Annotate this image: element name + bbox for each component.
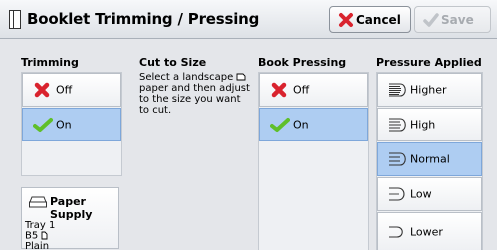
pressure-high-icon bbox=[389, 117, 406, 132]
book-pressing-heading: Book Pressing bbox=[258, 56, 347, 69]
trimming-off-label: Off bbox=[56, 83, 73, 97]
instruction-line-4: to cut. bbox=[139, 105, 172, 116]
pressure-higher-label: Higher bbox=[410, 83, 447, 97]
green-check-icon bbox=[270, 117, 290, 132]
trimming-on-label: On bbox=[56, 118, 72, 131]
book-pressing-panel: Off On bbox=[258, 72, 369, 250]
tray-value: Tray 1 bbox=[25, 220, 56, 231]
pressure-lower-icon bbox=[389, 226, 403, 238]
cut-to-size-instructions: Select a landscape paper and then adjust… bbox=[139, 72, 259, 116]
pressure-low-button[interactable]: Low bbox=[377, 177, 482, 211]
cancel-label: Cancel bbox=[356, 13, 401, 27]
instruction-line-2: paper and then adjust bbox=[139, 83, 250, 94]
save-button[interactable]: Save bbox=[414, 6, 491, 33]
paper-size-value: B5 bbox=[25, 230, 39, 242]
pressure-panel: Higher High Normal Low Lower bbox=[376, 72, 483, 250]
instruction-line-3: to the size you want bbox=[139, 94, 241, 105]
pressure-lower-label: Lower bbox=[410, 225, 443, 239]
landscape-paper-icon bbox=[237, 73, 246, 81]
pressure-normal-button[interactable]: Normal bbox=[377, 142, 482, 176]
pressure-lower-button[interactable]: Lower bbox=[377, 212, 482, 250]
paper-type-value: Plain bbox=[25, 240, 50, 250]
red-x-icon bbox=[339, 13, 353, 27]
book-pressing-off-label: Off bbox=[293, 83, 310, 97]
page-title: Booklet Trimming / Pressing bbox=[27, 10, 260, 28]
trimming-heading: Trimming bbox=[21, 56, 79, 69]
booklet-icon bbox=[9, 10, 21, 29]
pressure-low-icon bbox=[389, 187, 405, 201]
check-icon bbox=[423, 13, 439, 27]
pressure-high-label: High bbox=[410, 118, 436, 131]
instruction-line-1: Select a landscape bbox=[139, 72, 234, 83]
pressure-high-button[interactable]: High bbox=[377, 108, 482, 141]
cancel-button[interactable]: Cancel bbox=[329, 6, 411, 33]
book-pressing-on-label: On bbox=[293, 118, 309, 131]
pressure-normal-icon bbox=[389, 152, 406, 166]
pressure-higher-icon bbox=[389, 83, 406, 97]
red-x-icon bbox=[271, 82, 287, 98]
book-pressing-off-button[interactable]: Off bbox=[259, 73, 368, 107]
paper-tray-icon bbox=[29, 196, 47, 208]
pressure-applied-heading: Pressure Applied bbox=[376, 56, 482, 69]
save-label: Save bbox=[441, 13, 474, 27]
trimming-off-button[interactable]: Off bbox=[22, 73, 121, 107]
portrait-paper-icon bbox=[41, 231, 48, 240]
pressure-normal-label: Normal bbox=[410, 152, 450, 166]
pressure-low-label: Low bbox=[410, 187, 432, 201]
red-x-icon bbox=[34, 82, 50, 98]
paper-supply-info: Tray 1 B5 Plain bbox=[25, 221, 55, 250]
pressure-higher-button[interactable]: Higher bbox=[377, 73, 482, 107]
title-bar: Booklet Trimming / Pressing Cancel Save bbox=[0, 0, 497, 39]
trimming-panel: Off On bbox=[21, 72, 122, 176]
green-check-icon bbox=[33, 117, 53, 132]
trimming-on-button[interactable]: On bbox=[22, 108, 121, 141]
book-pressing-on-button[interactable]: On bbox=[259, 108, 368, 141]
paper-supply-button[interactable]: Paper Supply Tray 1 B5 Plain bbox=[21, 187, 119, 250]
paper-supply-label: Paper Supply bbox=[50, 195, 93, 221]
cut-to-size-heading: Cut to Size bbox=[139, 56, 207, 69]
